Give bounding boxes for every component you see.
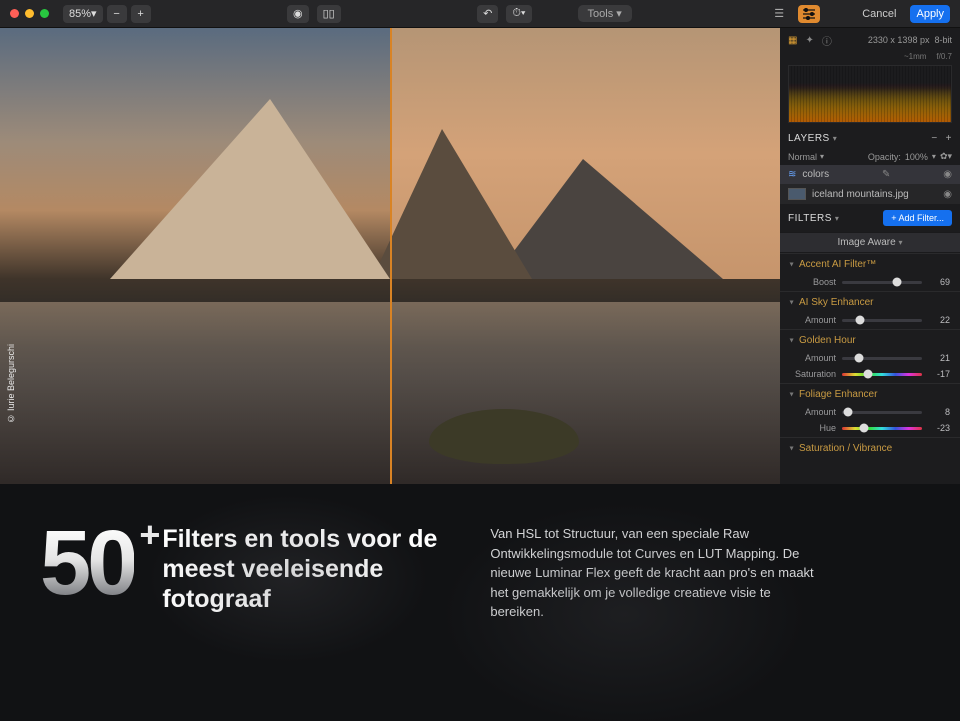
image-canvas[interactable]: © Iurie Belegurschi: [0, 28, 780, 484]
param-value: 69: [928, 277, 950, 287]
before-after-divider[interactable]: [390, 28, 392, 484]
collapse-layer-icon[interactable]: −: [931, 133, 937, 144]
presets-icon[interactable]: ☰: [768, 5, 790, 23]
maximize-window-icon[interactable]: [40, 9, 49, 18]
compare-icon[interactable]: ▯▯: [317, 5, 341, 23]
filter-title[interactable]: Accent AI Filter™: [780, 254, 960, 275]
layer-row-adjustment[interactable]: ≋ colors ✎ ◉: [780, 165, 960, 184]
param-value: -17: [928, 369, 950, 379]
history-icon[interactable]: ⏱▾: [506, 5, 531, 23]
filter-param: Boost 69: [780, 275, 960, 291]
navigator-tab-icon[interactable]: ✦: [805, 35, 813, 46]
right-sidebar: ▦ ✦ ⓘ 2330 x 1398 px 8-bit ~1mmf/0.7 LAY…: [780, 28, 960, 484]
marketing-headline: Filters en tools voor de meest veeleisen…: [162, 524, 462, 614]
add-filter-button[interactable]: + Add Filter...: [883, 210, 952, 226]
image-dimensions: 2330 x 1398 px 8-bit: [868, 35, 952, 45]
param-value: 8: [928, 407, 950, 417]
image-credit: © Iurie Belegurschi: [6, 344, 16, 424]
apply-button[interactable]: Apply: [910, 5, 950, 23]
layers-header[interactable]: LAYERS▾ − +: [780, 129, 960, 148]
filter-param: Hue -23: [780, 421, 960, 437]
layer-name: iceland mountains.jpg: [812, 189, 909, 200]
layer-row-image[interactable]: iceland mountains.jpg ◉: [780, 184, 960, 204]
adjustment-layer-icon: ≋: [788, 169, 796, 180]
app-window: 85% ▾ − + ◉ ▯▯ ↶ ⏱▾ Tools ▾ ☰ Cancel App…: [0, 0, 960, 484]
zoom-out-button[interactable]: −: [107, 5, 127, 23]
param-slider[interactable]: [842, 281, 922, 284]
layer-blend-controls[interactable]: Normal▾ Opacity: 100%▾ ✿▾: [780, 148, 960, 165]
filter-param: Amount 22: [780, 313, 960, 329]
param-label: Boost: [790, 277, 836, 287]
filters-header[interactable]: FILTERS▾: [788, 213, 839, 224]
filter-param: Amount 21: [780, 351, 960, 367]
marketing-body: Van HSL tot Structuur, van een speciale …: [490, 524, 820, 622]
zoom-in-button[interactable]: +: [131, 5, 151, 23]
info-tab-icon[interactable]: ⓘ: [822, 33, 832, 48]
param-label: Amount: [790, 353, 836, 363]
zoom-level[interactable]: 85% ▾: [63, 5, 103, 23]
cancel-button[interactable]: Cancel: [856, 5, 902, 23]
param-slider[interactable]: [842, 373, 922, 376]
param-label: Amount: [790, 407, 836, 417]
close-window-icon[interactable]: [10, 9, 19, 18]
workspace-preset-dropdown[interactable]: Image Aware ▾: [780, 232, 960, 253]
param-slider[interactable]: [842, 357, 922, 360]
tools-dropdown[interactable]: Tools ▾: [578, 5, 632, 22]
filter-title[interactable]: Foliage Enhancer: [780, 384, 960, 405]
param-label: Saturation: [790, 369, 836, 379]
marketing-banner: 50+ Filters en tools voor de meest veele…: [0, 484, 960, 721]
exif-info: ~1mmf/0.7: [780, 52, 960, 61]
param-label: Hue: [790, 423, 836, 433]
param-slider[interactable]: [842, 427, 922, 430]
layer-thumbnail: [788, 188, 806, 200]
layer-settings-icon[interactable]: ✿▾: [940, 151, 952, 162]
toolbar: 85% ▾ − + ◉ ▯▯ ↶ ⏱▾ Tools ▾ ☰ Cancel App…: [0, 0, 960, 28]
add-layer-icon[interactable]: +: [946, 133, 952, 144]
adjust-panel-icon[interactable]: [798, 5, 820, 23]
preview-icon[interactable]: ◉: [287, 5, 309, 23]
minimize-window-icon[interactable]: [25, 9, 34, 18]
undo-icon[interactable]: ↶: [477, 5, 498, 23]
visibility-icon[interactable]: ◉: [943, 169, 952, 180]
brush-icon[interactable]: ✎: [882, 169, 890, 180]
filter-title[interactable]: AI Sky Enhancer: [780, 292, 960, 313]
visibility-icon[interactable]: ◉: [943, 189, 952, 200]
filter-title[interactable]: Saturation / Vibrance: [780, 438, 960, 459]
param-value: 21: [928, 353, 950, 363]
param-label: Amount: [790, 315, 836, 325]
filter-param: Amount 8: [780, 405, 960, 421]
histogram-tab-icon[interactable]: ▦: [788, 35, 797, 46]
param-value: 22: [928, 315, 950, 325]
param-slider[interactable]: [842, 319, 922, 322]
layer-name: colors: [802, 169, 829, 180]
filter-param: Saturation -17: [780, 367, 960, 383]
marketing-number: 50+: [40, 524, 134, 602]
window-controls[interactable]: [10, 9, 49, 18]
param-slider[interactable]: [842, 411, 922, 414]
filter-title[interactable]: Golden Hour: [780, 330, 960, 351]
param-value: -23: [928, 423, 950, 433]
histogram[interactable]: [788, 65, 952, 123]
